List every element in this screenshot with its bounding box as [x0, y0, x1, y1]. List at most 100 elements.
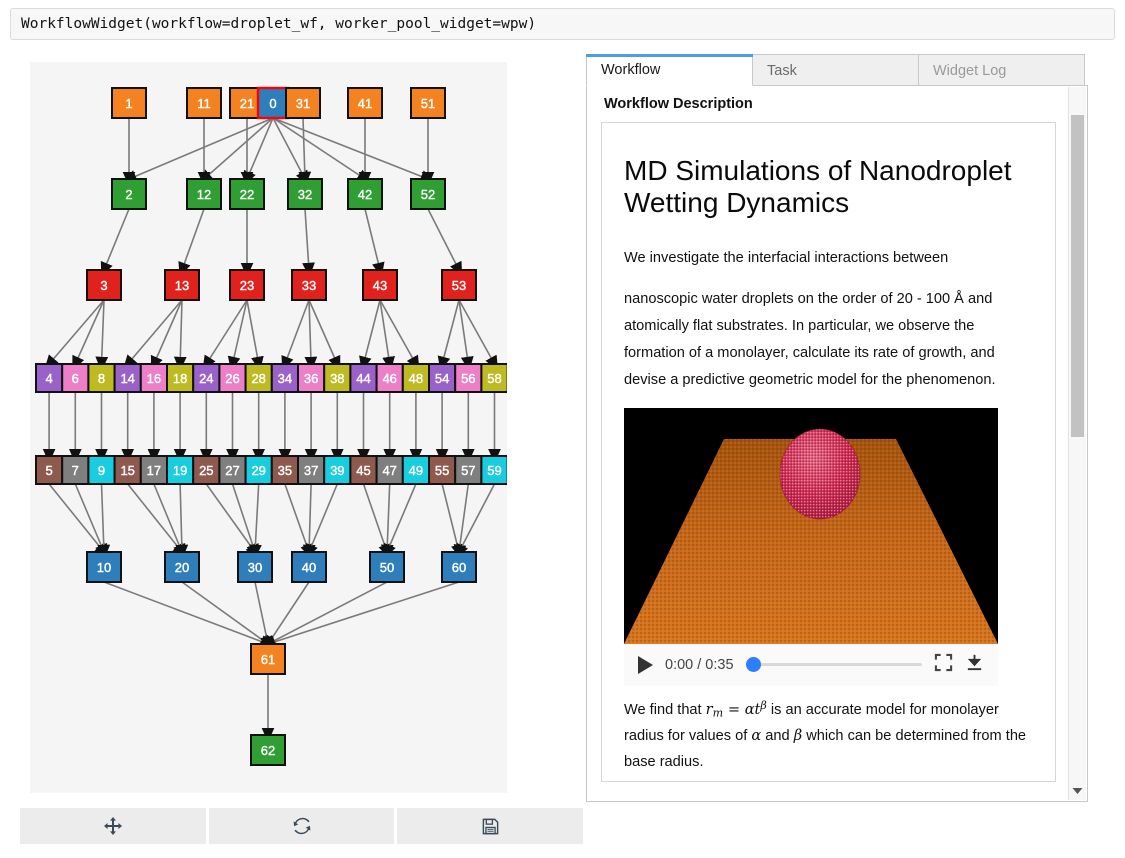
graph-node-1[interactable]: 1	[111, 87, 147, 119]
graph-node-13[interactable]: 13	[164, 269, 200, 301]
graph-node-40[interactable]: 40	[291, 551, 327, 583]
graph-node-10[interactable]: 10	[86, 551, 122, 583]
graph-node-15[interactable]: 15	[113, 455, 142, 485]
graph-node-label: 33	[302, 278, 316, 293]
workflow-graph-panel[interactable]: 1 11 21 0 31 41 51 2 12 22 32 42 52 3 13 23 33 43 53 4 6 8 14 1…	[30, 62, 507, 793]
scrollbar-thumb[interactable]	[1071, 115, 1084, 437]
graph-node-9[interactable]: 9	[87, 455, 116, 485]
graph-node-59[interactable]: 59	[480, 455, 507, 485]
graph-node-48[interactable]: 48	[401, 363, 430, 393]
graph-node-34[interactable]: 34	[270, 363, 300, 393]
graph-node-62[interactable]: 62	[250, 734, 286, 766]
graph-node-25[interactable]: 25	[192, 455, 221, 485]
graph-node-label: 57	[461, 463, 475, 478]
graph-node-22[interactable]: 22	[229, 178, 265, 210]
graph-node-0[interactable]: 0	[256, 86, 290, 120]
graph-node-14[interactable]: 14	[113, 363, 142, 393]
graph-node-label: 4	[45, 371, 52, 386]
graph-node-20[interactable]: 20	[164, 551, 200, 583]
graph-node-30[interactable]: 30	[237, 551, 273, 583]
tab-workflow[interactable]: Workflow	[586, 54, 753, 86]
graph-edge	[150, 299, 183, 371]
refresh-button[interactable]	[208, 808, 395, 844]
download-icon[interactable]	[965, 653, 984, 677]
graph-node-55[interactable]: 55	[428, 455, 457, 485]
graph-node-11[interactable]: 11	[186, 87, 222, 119]
graph-node-17[interactable]: 17	[139, 455, 169, 485]
graph-node-2[interactable]: 2	[111, 178, 147, 210]
widget-repr-field[interactable]: WorkflowWidget(workflow=droplet_wf, work…	[10, 8, 1115, 40]
graph-node-61[interactable]: 61	[250, 643, 286, 675]
graph-edge	[264, 581, 310, 651]
graph-node-52[interactable]: 52	[410, 178, 446, 210]
graph-node-18[interactable]: 18	[166, 363, 195, 393]
workflow-widget-root: WorkflowWidget(workflow=droplet_wf, work…	[0, 0, 1125, 858]
graph-node-51[interactable]: 51	[410, 87, 446, 119]
graph-node-8[interactable]: 8	[87, 363, 116, 393]
graph-node-label: 48	[409, 371, 423, 386]
play-icon[interactable]	[638, 655, 653, 674]
graph-node-45[interactable]: 45	[349, 455, 378, 485]
graph-node-54[interactable]: 54	[428, 363, 457, 393]
graph-node-47[interactable]: 47	[375, 455, 404, 485]
graph-node-35[interactable]: 35	[270, 455, 300, 485]
video-frame[interactable]	[624, 407, 998, 644]
graph-node-16[interactable]: 16	[139, 363, 169, 393]
graph-edge	[100, 208, 130, 277]
fullscreen-icon[interactable]	[934, 653, 953, 677]
graph-edge	[48, 483, 109, 558]
scroll-down-arrow-icon[interactable]	[1069, 784, 1086, 798]
graph-node-32[interactable]: 32	[287, 178, 323, 210]
video-progress-slider[interactable]	[745, 656, 922, 674]
graph-edge	[97, 483, 111, 560]
graph-node-23[interactable]: 23	[229, 269, 265, 301]
graph-node-27[interactable]: 27	[218, 455, 247, 485]
graph-node-label: 3	[100, 278, 107, 293]
graph-node-44[interactable]: 44	[349, 363, 378, 393]
graph-node-5[interactable]: 5	[35, 455, 64, 485]
graph-edge	[281, 299, 310, 371]
graph-node-60[interactable]: 60	[441, 551, 477, 583]
pan-button[interactable]	[20, 808, 206, 844]
graph-node-7[interactable]: 7	[61, 455, 90, 485]
graph-node-37[interactable]: 37	[297, 455, 326, 485]
video-progress-knob[interactable]	[745, 657, 761, 673]
formula-alpha: α	[744, 700, 755, 718]
graph-node-29[interactable]: 29	[244, 455, 273, 485]
graph-node-42[interactable]: 42	[347, 178, 383, 210]
description-formula-paragraph: We find that rm = αtβ is an accurate mod…	[624, 696, 1033, 776]
graph-edge	[175, 483, 189, 560]
graph-node-36[interactable]: 36	[297, 363, 326, 393]
tab-widget-log[interactable]: Widget Log	[918, 54, 1085, 86]
graph-node-3[interactable]: 3	[86, 269, 122, 301]
graph-node-57[interactable]: 57	[454, 455, 483, 485]
description-scrollbar[interactable]	[1068, 87, 1086, 800]
graph-node-43[interactable]: 43	[362, 269, 398, 301]
tab-task[interactable]: Task	[752, 54, 919, 86]
graph-node-6[interactable]: 6	[61, 363, 90, 393]
graph-node-26[interactable]: 26	[218, 363, 247, 393]
graph-node-12[interactable]: 12	[186, 178, 222, 210]
graph-node-56[interactable]: 56	[454, 363, 483, 393]
simulation-video[interactable]: 0:00 / 0:35	[624, 407, 998, 686]
graph-node-label: 40	[302, 560, 316, 575]
graph-node-49[interactable]: 49	[401, 455, 430, 485]
graph-node-4[interactable]: 4	[35, 363, 64, 393]
graph-node-31[interactable]: 31	[285, 87, 321, 119]
graph-node-50[interactable]: 50	[369, 551, 405, 583]
graph-node-41[interactable]: 41	[347, 87, 383, 119]
graph-edge	[383, 483, 417, 559]
graph-node-19[interactable]: 19	[166, 455, 195, 485]
graph-node-53[interactable]: 53	[441, 269, 477, 301]
graph-node-24[interactable]: 24	[192, 363, 221, 393]
graph-node-46[interactable]: 46	[375, 363, 404, 393]
graph-node-28[interactable]: 28	[244, 363, 273, 393]
graph-node-label: 13	[175, 278, 189, 293]
workflow-graph-svg[interactable]: 1 11 21 0 31 41 512 12 22 32 42 523 13 23 33 43 534 6 8 14 1…	[30, 62, 507, 793]
graph-nodes[interactable]: 1 11 21 0 31 41 512 12 22 32 42 523 13 23 33 43 534 6 8 14 1…	[35, 86, 507, 766]
graph-node-39[interactable]: 39	[323, 455, 352, 485]
graph-node-38[interactable]: 38	[323, 363, 352, 393]
graph-node-58[interactable]: 58	[480, 363, 507, 393]
graph-node-33[interactable]: 33	[291, 269, 327, 301]
save-button[interactable]	[397, 808, 584, 844]
